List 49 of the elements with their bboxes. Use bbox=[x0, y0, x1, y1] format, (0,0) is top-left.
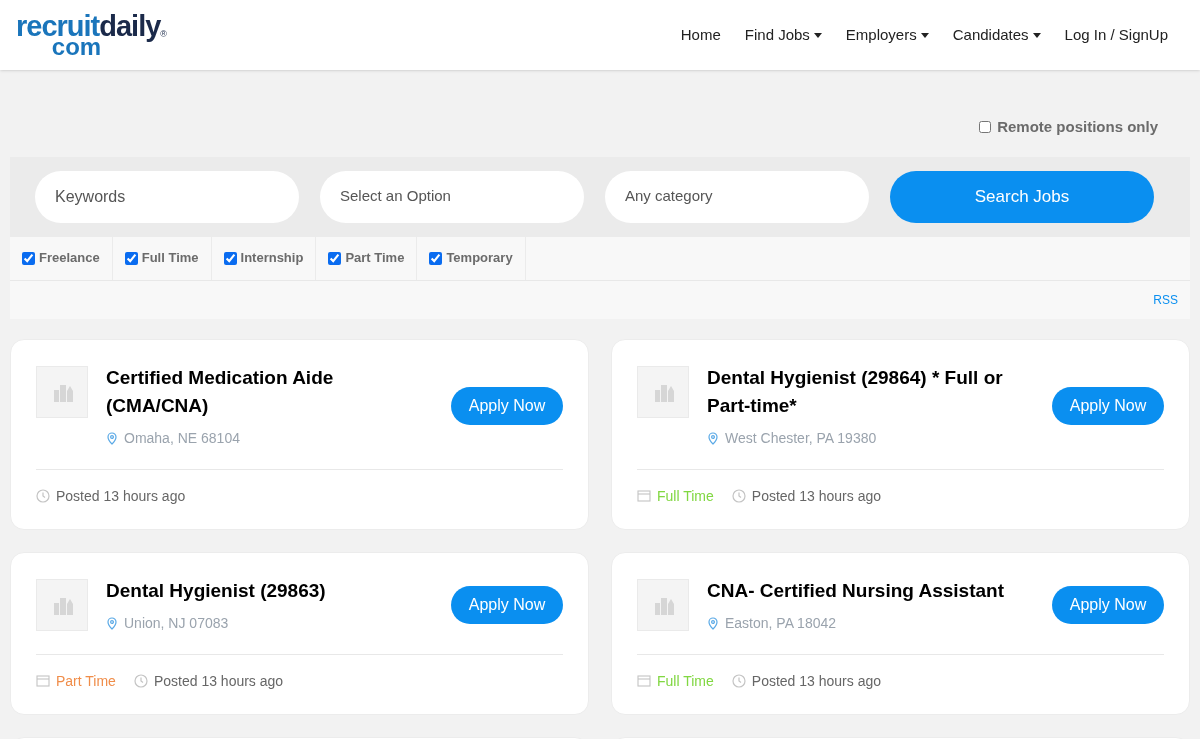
nav-link[interactable]: Candidates bbox=[952, 23, 1041, 47]
registered-mark: ® bbox=[160, 29, 167, 39]
posted-time: Posted 13 hours ago bbox=[751, 486, 881, 506]
job-title[interactable]: Certified Medication Aide (CMA/CNA) bbox=[106, 363, 413, 420]
job-type-checkbox[interactable] bbox=[22, 251, 35, 265]
job-title[interactable]: Dental Hygienist (29864) * Full or Part-time* bbox=[707, 363, 1014, 420]
location-pin-icon bbox=[707, 616, 719, 630]
job-type-label: Part Time bbox=[345, 249, 405, 268]
job-location: Union, NJ 07083 bbox=[124, 613, 229, 633]
job-title[interactable]: Dental Hygienist (29863) bbox=[106, 576, 413, 605]
nav-link[interactable]: Log In / SignUp bbox=[1064, 23, 1168, 47]
job-type-label: Temporary bbox=[446, 249, 513, 268]
job-title[interactable]: CNA- Certified Nursing Assistant bbox=[707, 576, 1014, 605]
job-location: Omaha, NE 68104 bbox=[124, 428, 240, 448]
calendar-icon bbox=[637, 674, 651, 688]
posted-time: Posted 13 hours ago bbox=[153, 671, 284, 691]
job-type-tag: Full Time bbox=[657, 485, 714, 507]
clock-icon bbox=[133, 674, 148, 688]
clock-icon bbox=[731, 674, 746, 688]
location-pin-icon bbox=[106, 616, 118, 630]
logo-text[interactable]: recruit bbox=[16, 11, 100, 41]
job-type-checkbox[interactable] bbox=[429, 251, 443, 265]
job-type-tag: Full Time bbox=[657, 670, 714, 692]
posted-time: Posted 13 hours ago bbox=[751, 671, 881, 691]
category-select[interactable]: Any category bbox=[605, 170, 869, 223]
job-type-checkbox[interactable] bbox=[124, 251, 138, 265]
posted-time: Posted 13 hours ago bbox=[56, 486, 186, 506]
job-type-checkbox[interactable] bbox=[223, 251, 237, 265]
location-select[interactable]: Select an Option bbox=[320, 170, 584, 223]
calendar-icon bbox=[637, 489, 651, 503]
clock-icon bbox=[731, 489, 746, 503]
calendar-icon bbox=[36, 674, 50, 688]
logo-text[interactable]: daily bbox=[99, 11, 161, 41]
job-location: Easton, PA 18042 bbox=[725, 613, 837, 633]
job-type-label: Freelance bbox=[39, 249, 100, 268]
nav-link[interactable]: Home bbox=[680, 23, 721, 47]
remote-checkbox[interactable] bbox=[979, 121, 992, 134]
nav-link[interactable]: Find Jobs bbox=[744, 23, 822, 47]
job-location: West Chester, PA 19380 bbox=[725, 428, 877, 448]
job-type-label: Internship bbox=[240, 249, 304, 268]
job-type-tag: Part Time bbox=[56, 670, 116, 692]
clock-icon bbox=[36, 489, 50, 503]
keywords-field[interactable]: Keywords bbox=[35, 170, 299, 223]
nav-link[interactable]: Employers bbox=[845, 23, 929, 47]
remote-label: Remote positions only bbox=[997, 117, 1158, 137]
location-pin-icon bbox=[707, 431, 719, 445]
location-pin-icon bbox=[106, 431, 118, 445]
job-type-label: Full Time bbox=[141, 249, 199, 268]
job-type-checkbox[interactable] bbox=[328, 251, 342, 265]
